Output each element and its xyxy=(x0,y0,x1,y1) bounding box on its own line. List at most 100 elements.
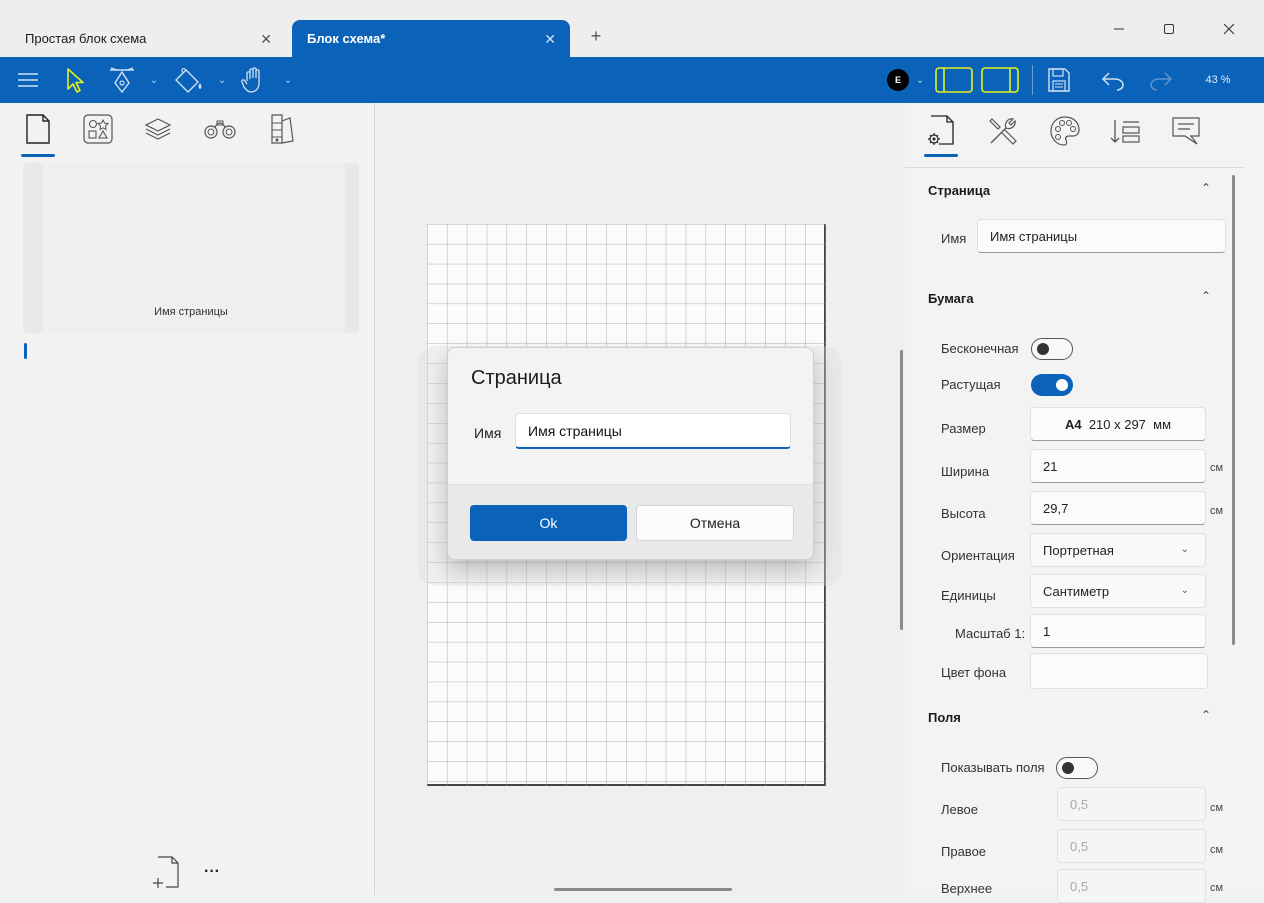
margin-left-unit: см xyxy=(1210,802,1224,814)
margin-right-unit: см xyxy=(1210,844,1224,856)
cancel-button[interactable]: Отмена xyxy=(636,505,794,541)
section-title-page: Страница xyxy=(928,183,991,198)
page-thumbnail[interactable]: Имя страницы xyxy=(23,163,359,333)
size-name: A4 xyxy=(1064,417,1082,432)
hand-icon[interactable] xyxy=(236,57,272,103)
height-field[interactable]: 29,7 xyxy=(1030,491,1206,525)
height-unit: см xyxy=(1210,505,1224,517)
page-icon[interactable] xyxy=(20,111,56,147)
dialog-name-label: Имя xyxy=(474,425,502,441)
size-label: Размер xyxy=(941,421,986,436)
size-dims: 210 x 297 xyxy=(1088,417,1146,432)
tab-close-icon[interactable]: ✕ xyxy=(260,31,272,48)
tools-icon[interactable] xyxy=(983,111,1023,151)
title-bar: Простая блок схема ✕ Блок схема* ✕ + xyxy=(0,0,1264,57)
canvas-vertical-scrollbar[interactable] xyxy=(900,350,903,630)
comment-icon[interactable] xyxy=(1167,111,1207,151)
color-palette-icon[interactable] xyxy=(1045,111,1085,151)
margin-top-label: Верхнее xyxy=(941,881,993,896)
bg-color-label: Цвет фона xyxy=(941,665,1007,680)
ok-button[interactable]: Ok xyxy=(470,505,627,541)
close-icon[interactable] xyxy=(1214,14,1244,44)
redo-icon[interactable] xyxy=(1144,57,1178,103)
undo-icon[interactable] xyxy=(1096,57,1130,103)
scale-field[interactable]: 1 xyxy=(1030,614,1206,648)
tab-close-icon[interactable]: ✕ xyxy=(544,31,556,48)
chevron-down-icon[interactable]: ⌄ xyxy=(914,57,926,103)
selected-page-indicator xyxy=(24,343,27,359)
margin-left-field[interactable]: 0,5 xyxy=(1057,787,1206,821)
add-page-icon[interactable] xyxy=(150,855,184,891)
chevron-down-icon[interactable]: ⌄ xyxy=(148,57,160,103)
chevron-up-icon[interactable]: ⌃ xyxy=(1201,181,1211,195)
bg-color-picker[interactable] xyxy=(1030,653,1208,689)
units-select[interactable]: Сантиметр ⌄ xyxy=(1030,574,1206,608)
margin-right-label: Правое xyxy=(941,844,987,859)
sort-icon[interactable] xyxy=(1105,111,1145,151)
chevron-down-icon[interactable]: ⌄ xyxy=(282,57,294,103)
add-tab-icon[interactable]: + xyxy=(584,26,608,47)
chevron-down-icon: ⌄ xyxy=(1180,585,1189,596)
growing-toggle[interactable] xyxy=(1031,374,1073,396)
chevron-up-icon[interactable]: ⌃ xyxy=(1201,708,1211,722)
dialog-name-input[interactable] xyxy=(515,413,791,449)
main-toolbar: ⌄ ⌄ ⌄ E ⌄ 43 % xyxy=(0,57,1264,103)
active-tab-indicator xyxy=(924,154,958,157)
pen-icon[interactable] xyxy=(104,57,140,103)
zoom-level[interactable]: 43 % xyxy=(1196,57,1240,103)
divider xyxy=(905,167,1245,168)
scale-label: Масштаб 1: xyxy=(955,626,1026,641)
layers-icon[interactable] xyxy=(140,111,176,147)
infinite-label: Бесконечная xyxy=(941,341,1019,356)
menu-icon[interactable] xyxy=(10,57,46,103)
margin-top-field[interactable]: 0,5 xyxy=(1057,869,1206,903)
palette-swatch-icon[interactable] xyxy=(264,111,300,147)
growing-label: Растущая xyxy=(941,377,1001,392)
save-icon[interactable] xyxy=(1042,57,1076,103)
thumbnail-label: Имя страницы xyxy=(154,306,228,318)
units-value: Сантиметр xyxy=(1043,584,1110,599)
tab-simple-flowchart[interactable]: Простая блок схема ✕ xyxy=(10,20,286,57)
chevron-down-icon[interactable]: ⌄ xyxy=(216,57,228,103)
minimize-icon[interactable] xyxy=(1104,14,1134,44)
dialog-title: Страница xyxy=(471,367,562,389)
paint-bucket-icon[interactable] xyxy=(168,57,208,103)
user-initial: E xyxy=(887,69,909,91)
units-label: Единицы xyxy=(941,588,996,603)
page-name-label: Имя xyxy=(941,231,967,246)
left-panel: Имя страницы ··· xyxy=(0,103,375,895)
shapes-icon[interactable] xyxy=(80,111,116,147)
properties-scrollbar[interactable] xyxy=(1232,175,1235,645)
height-label: Высота xyxy=(941,506,986,521)
width-unit: см xyxy=(1210,462,1224,474)
orientation-label: Ориентация xyxy=(941,548,1015,563)
size-unit: мм xyxy=(1153,417,1172,432)
dialog-footer: Ok Отмена xyxy=(448,484,813,559)
page-settings-icon[interactable] xyxy=(921,111,961,151)
right-panel-toggle-icon[interactable] xyxy=(978,57,1022,103)
page-dialog: Страница Имя Ok Отмена xyxy=(447,347,814,560)
tab-label: Простая блок схема xyxy=(25,31,147,46)
avatar[interactable]: E xyxy=(885,57,911,103)
paper-size-button[interactable]: A4 210 x 297 мм xyxy=(1030,407,1206,441)
width-field[interactable]: 21 xyxy=(1030,449,1206,483)
margin-right-field[interactable]: 0,5 xyxy=(1057,829,1206,863)
section-title-margins: Поля xyxy=(928,710,961,725)
chevron-up-icon[interactable]: ⌃ xyxy=(1201,289,1211,303)
binoculars-icon[interactable] xyxy=(202,111,238,147)
orientation-value: Портретная xyxy=(1043,543,1114,558)
show-margins-toggle[interactable] xyxy=(1056,757,1098,779)
maximize-icon[interactable] xyxy=(1154,14,1184,44)
page-name-field[interactable]: Имя страницы xyxy=(977,219,1226,253)
tab-flowchart[interactable]: Блок схема* ✕ xyxy=(292,20,570,57)
show-margins-label: Показывать поля xyxy=(941,760,1045,775)
canvas-horizontal-scrollbar[interactable] xyxy=(554,888,732,891)
orientation-select[interactable]: Портретная ⌄ xyxy=(1030,533,1206,567)
more-options-icon[interactable]: ··· xyxy=(204,863,220,881)
tab-label: Блок схема* xyxy=(307,31,386,46)
pointer-icon[interactable] xyxy=(60,57,90,103)
left-panel-toggle-icon[interactable] xyxy=(932,57,976,103)
infinite-toggle[interactable] xyxy=(1031,338,1073,360)
chevron-down-icon: ⌄ xyxy=(1180,544,1189,555)
width-label: Ширина xyxy=(941,464,990,479)
